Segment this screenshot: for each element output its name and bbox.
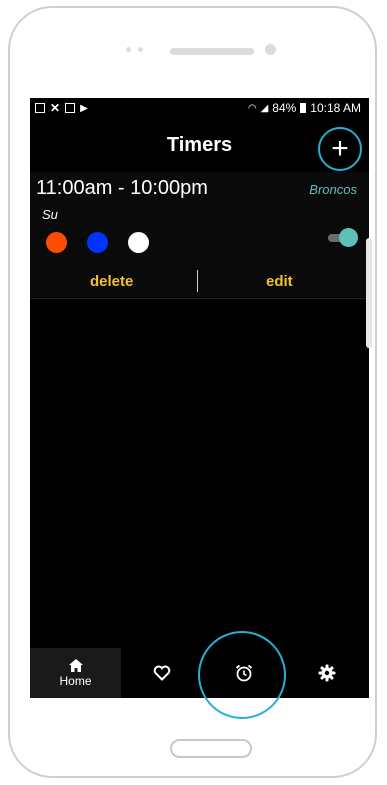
- app-screen: ✕ ▶ ◠ ◢ 84% 10:18 AM Timers + 11:00am - …: [30, 98, 369, 698]
- tab-settings[interactable]: [285, 648, 369, 698]
- delete-button[interactable]: delete: [90, 273, 133, 290]
- front-camera-dot: [126, 47, 131, 52]
- plus-icon: +: [331, 132, 349, 165]
- tab-home-label: Home: [59, 674, 92, 688]
- hardware-home-button[interactable]: [170, 739, 252, 758]
- team-color-swatches: [46, 232, 149, 253]
- color-swatch-orange: [46, 232, 67, 253]
- color-swatch-white: [128, 232, 149, 253]
- image-icon: [35, 103, 45, 113]
- status-notifications: ✕ ▶: [35, 101, 88, 115]
- box-icon: [65, 103, 76, 113]
- heart-icon: [153, 665, 171, 681]
- color-swatch-blue: [87, 232, 108, 253]
- timer-card[interactable]: 11:00am - 10:00pm Broncos Su delete edit: [30, 172, 369, 299]
- timer-enable-toggle[interactable]: [328, 228, 358, 248]
- battery-percent: 84%: [272, 101, 297, 115]
- home-icon: [68, 659, 83, 672]
- title-bar: Timers +: [30, 124, 369, 171]
- timer-actions: delete edit: [30, 268, 369, 299]
- status-right: ◠ ◢ 84% 10:18 AM: [248, 101, 361, 115]
- timers-tab-highlight: [198, 631, 286, 719]
- wifi-icon: ◠: [247, 102, 257, 114]
- earpiece-speaker: [170, 48, 254, 55]
- edit-button[interactable]: edit: [266, 273, 293, 290]
- action-divider: [197, 270, 198, 292]
- tab-home[interactable]: Home: [30, 648, 121, 698]
- timer-team: Broncos: [309, 182, 357, 197]
- tab-favorites[interactable]: [121, 648, 203, 698]
- toggle-knob: [339, 228, 358, 247]
- timer-time-range: 11:00am - 10:00pm: [36, 177, 208, 199]
- x-icon: ✕: [50, 101, 61, 115]
- side-scroll-handle[interactable]: [366, 238, 372, 348]
- play-store-icon: ▶: [80, 102, 88, 114]
- sensor-dot: [138, 47, 143, 52]
- signal-icon: ◢: [260, 102, 269, 114]
- battery-icon: [300, 103, 307, 113]
- status-time: 10:18 AM: [310, 101, 361, 115]
- front-camera: [265, 44, 276, 55]
- add-timer-button[interactable]: +: [318, 127, 362, 171]
- gear-icon: [318, 664, 336, 682]
- timer-days: Su: [42, 207, 58, 222]
- status-bar: ✕ ▶ ◠ ◢ 84% 10:18 AM: [30, 98, 369, 118]
